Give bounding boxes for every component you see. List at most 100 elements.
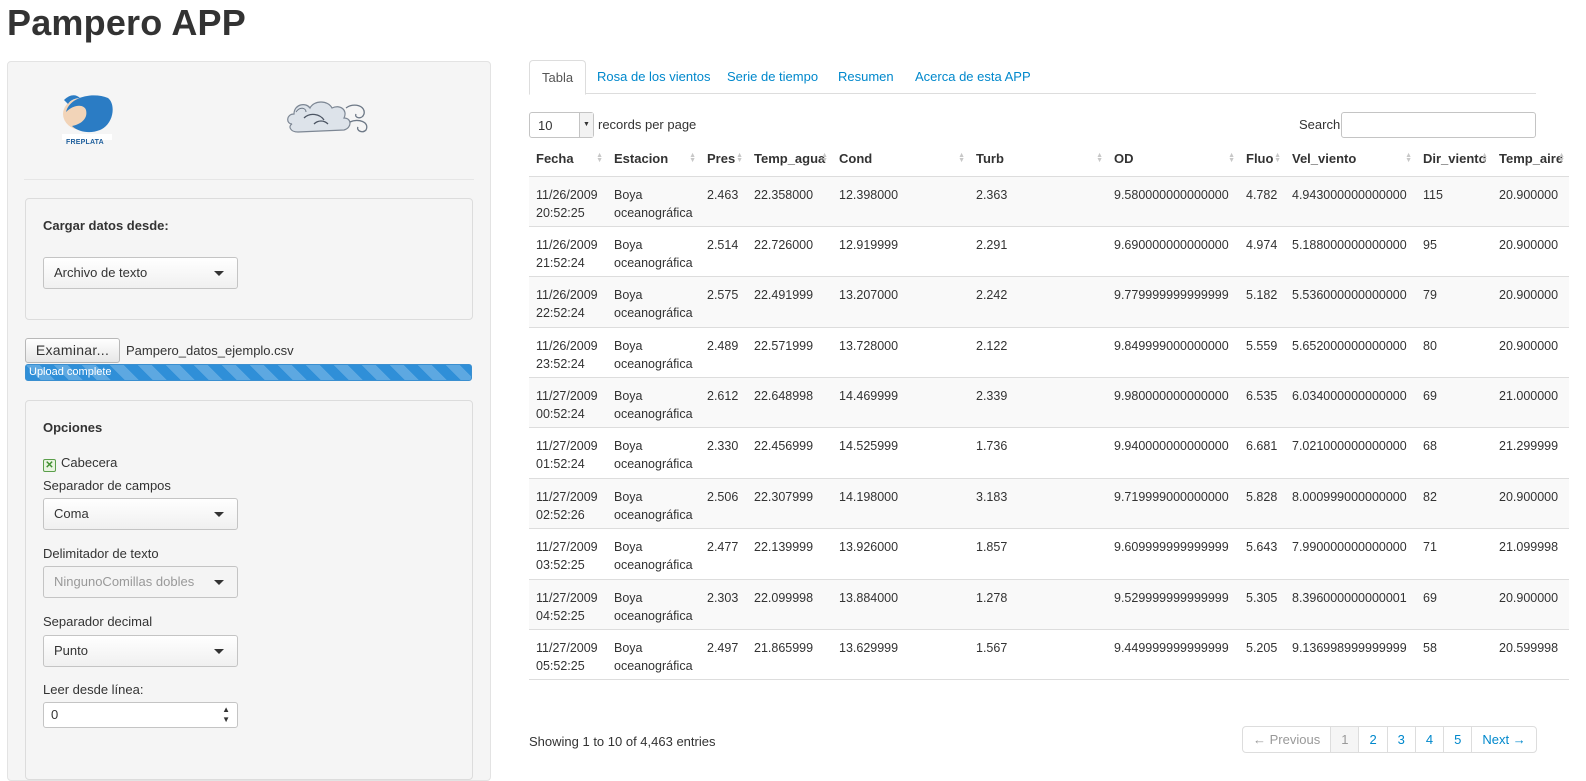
skip-lines-input[interactable]: 0 ▲ ▼ [43, 702, 238, 728]
table-cell: 8.000999000000000 [1285, 477, 1416, 529]
table-cell: 11/27/2009 01:52:24 [529, 427, 607, 479]
tab-serie-tiempo[interactable]: Serie de tiempo [715, 60, 830, 94]
sort-icon: ▲ ▼ [596, 152, 603, 164]
decimal-separator-select[interactable]: Punto [43, 635, 238, 667]
table-cell: Boya oceanográfica [607, 629, 700, 680]
decimal-separator-value: Punto [54, 643, 88, 658]
table-row[interactable]: 11/27/2009 03:52:25 Boya oceanográfica 2.4… [529, 528, 1569, 580]
records-per-page-select[interactable]: 10 ▼ [529, 112, 594, 138]
table-cell: 2.612 [700, 377, 747, 428]
table-cell: 4.943000000000000 [1285, 175, 1416, 227]
tab-acerca[interactable]: Acerca de esta APP [903, 60, 1043, 94]
table-cell: 11/27/2009 00:52:24 [529, 377, 607, 428]
header-checkbox[interactable]: ✕ [43, 459, 56, 472]
pagination-page-1[interactable]: 1 [1330, 727, 1359, 752]
decimal-separator-label: Separador decimal [43, 614, 153, 629]
column-header[interactable]: Pres ▲ ▼ [700, 142, 747, 177]
table-cell: 1.278 [969, 578, 1107, 630]
column-header[interactable]: Fluo ▲ ▼ [1239, 142, 1285, 177]
table-cell: 13.926000 [832, 528, 969, 580]
caret-down-icon [214, 512, 224, 517]
table-cell: 2.497 [700, 629, 747, 680]
table-cell: 11/27/2009 04:52:25 [529, 578, 607, 630]
filter-cell: Vel_viento [1285, 679, 1416, 682]
table-row[interactable]: 11/26/2009 22:52:24 Boya oceanográfica 2.5… [529, 276, 1569, 328]
header-checkbox-label: Cabecera [61, 455, 118, 470]
table-cell: 79 [1416, 276, 1492, 328]
field-separator-select[interactable]: Coma [43, 498, 238, 530]
table-cell: Boya oceanográfica [607, 377, 700, 428]
table-cell: 21.299999 [1492, 427, 1569, 479]
table-row[interactable]: 11/26/2009 21:52:24 Boya oceanográfica 2.5… [529, 225, 1569, 277]
table-cell: 22.139999 [747, 528, 832, 580]
table-row[interactable]: 11/27/2009 05:52:25 Boya oceanográfica 2.4… [529, 629, 1569, 680]
table-cell: 11/27/2009 03:52:25 [529, 528, 607, 580]
text-delimiter-select[interactable]: NingunoComillas dobles [43, 566, 238, 598]
skip-lines-label: Leer desde línea: [43, 682, 144, 697]
table-row[interactable]: 11/27/2009 00:52:24 Boya oceanográfica 2.6… [529, 377, 1569, 428]
table-cell: 9.609999999999999 [1107, 528, 1239, 580]
table-row[interactable]: 11/26/2009 20:52:25 Boya oceanográfica 2.4… [529, 175, 1569, 227]
table-row[interactable]: 11/27/2009 02:52:26 Boya oceanográfica 2.5… [529, 477, 1569, 529]
pagination-page-5[interactable]: 5 [1443, 727, 1471, 752]
filter-cell: OD [1107, 679, 1239, 682]
table-cell: 20.900000 [1492, 477, 1569, 529]
table-cell: 5.188000000000000 [1285, 225, 1416, 277]
tab-tabla[interactable]: Tabla [529, 60, 587, 95]
browse-file-button[interactable]: Examinar... [25, 338, 120, 363]
column-header[interactable]: Fecha ▲ ▼ [529, 142, 607, 177]
caret-down-icon [214, 271, 224, 276]
sort-icon: ▲ ▼ [1405, 152, 1412, 164]
sort-icon: ▲ ▼ [689, 152, 696, 164]
table-cell: Boya oceanográfica [607, 477, 700, 529]
table-cell: 9.580000000000000 [1107, 175, 1239, 227]
records-per-page-label: records per page [598, 117, 697, 132]
table-cell: 22.358000 [747, 175, 832, 227]
table-cell: 5.652000000000000 [1285, 326, 1416, 378]
column-header[interactable]: Estacion ▲ ▼ [607, 142, 700, 177]
column-header[interactable]: Temp_aire ▲ ▼ [1492, 142, 1569, 177]
filter-cell: Fluo [1239, 679, 1285, 682]
table-cell: 8.396000000000001 [1285, 578, 1416, 630]
table-cell: 21.099998 [1492, 528, 1569, 580]
table-cell: 9.136998999999999 [1285, 629, 1416, 680]
filter-cell: Turb [969, 679, 1107, 682]
filter-cell: Fecha [529, 679, 607, 682]
table-row[interactable]: 11/27/2009 04:52:25 Boya oceanográfica 2.3… [529, 578, 1569, 630]
filter-cell: Temp_aire [1492, 679, 1569, 682]
table-cell: 2.122 [969, 326, 1107, 378]
table-cell: 20.900000 [1492, 578, 1569, 630]
table-cell: 2.477 [700, 528, 747, 580]
table-cell: 58 [1416, 629, 1492, 680]
pagination-page-2[interactable]: 2 [1358, 727, 1386, 752]
table-row[interactable]: 11/27/2009 01:52:24 Boya oceanográfica 2.3… [529, 427, 1569, 479]
table-cell: 11/26/2009 20:52:25 [529, 175, 607, 227]
pagination-page-4[interactable]: 4 [1414, 727, 1443, 752]
column-header[interactable]: Dir_viento ▲ ▼ [1416, 142, 1492, 177]
pagination-previous-button[interactable]: ← Previous [1243, 727, 1330, 752]
column-header[interactable]: Vel_viento ▲ ▼ [1285, 142, 1416, 177]
column-header[interactable]: OD ▲ ▼ [1107, 142, 1239, 177]
app-title: Pampero APP [7, 2, 246, 43]
column-header[interactable]: Cond ▲ ▼ [832, 142, 969, 177]
pagination-next-button[interactable]: Next → [1471, 727, 1535, 752]
column-header[interactable]: Temp_agua ▲ ▼ [747, 142, 832, 177]
caret-down-icon [214, 580, 224, 585]
tab-rosa-vientos[interactable]: Rosa de los vientos [585, 60, 722, 94]
tab-resumen[interactable]: Resumen [826, 60, 906, 94]
table-cell: 21.865999 [747, 629, 832, 680]
pagination-page-3[interactable]: 3 [1386, 727, 1415, 752]
spinner-arrows-icon[interactable]: ▲ ▼ [222, 705, 230, 725]
table-cell: 69 [1416, 377, 1492, 428]
column-header[interactable]: Turb ▲ ▼ [969, 142, 1107, 177]
table-cell: 9.940000000000000 [1107, 427, 1239, 479]
table-cell: 2.363 [969, 175, 1107, 227]
load-data-section: Cargar datos desde: Archivo de texto [25, 198, 473, 320]
search-input[interactable] [1341, 112, 1536, 138]
table-row[interactable]: 11/26/2009 23:52:24 Boya oceanográfica 2.4… [529, 326, 1569, 378]
table-cell: 22.491999 [747, 276, 832, 328]
table-cell: 22.726000 [747, 225, 832, 277]
column-header-label: Estacion [614, 151, 669, 167]
table-cell: 22.456999 [747, 427, 832, 479]
data-source-select[interactable]: Archivo de texto [43, 257, 238, 289]
